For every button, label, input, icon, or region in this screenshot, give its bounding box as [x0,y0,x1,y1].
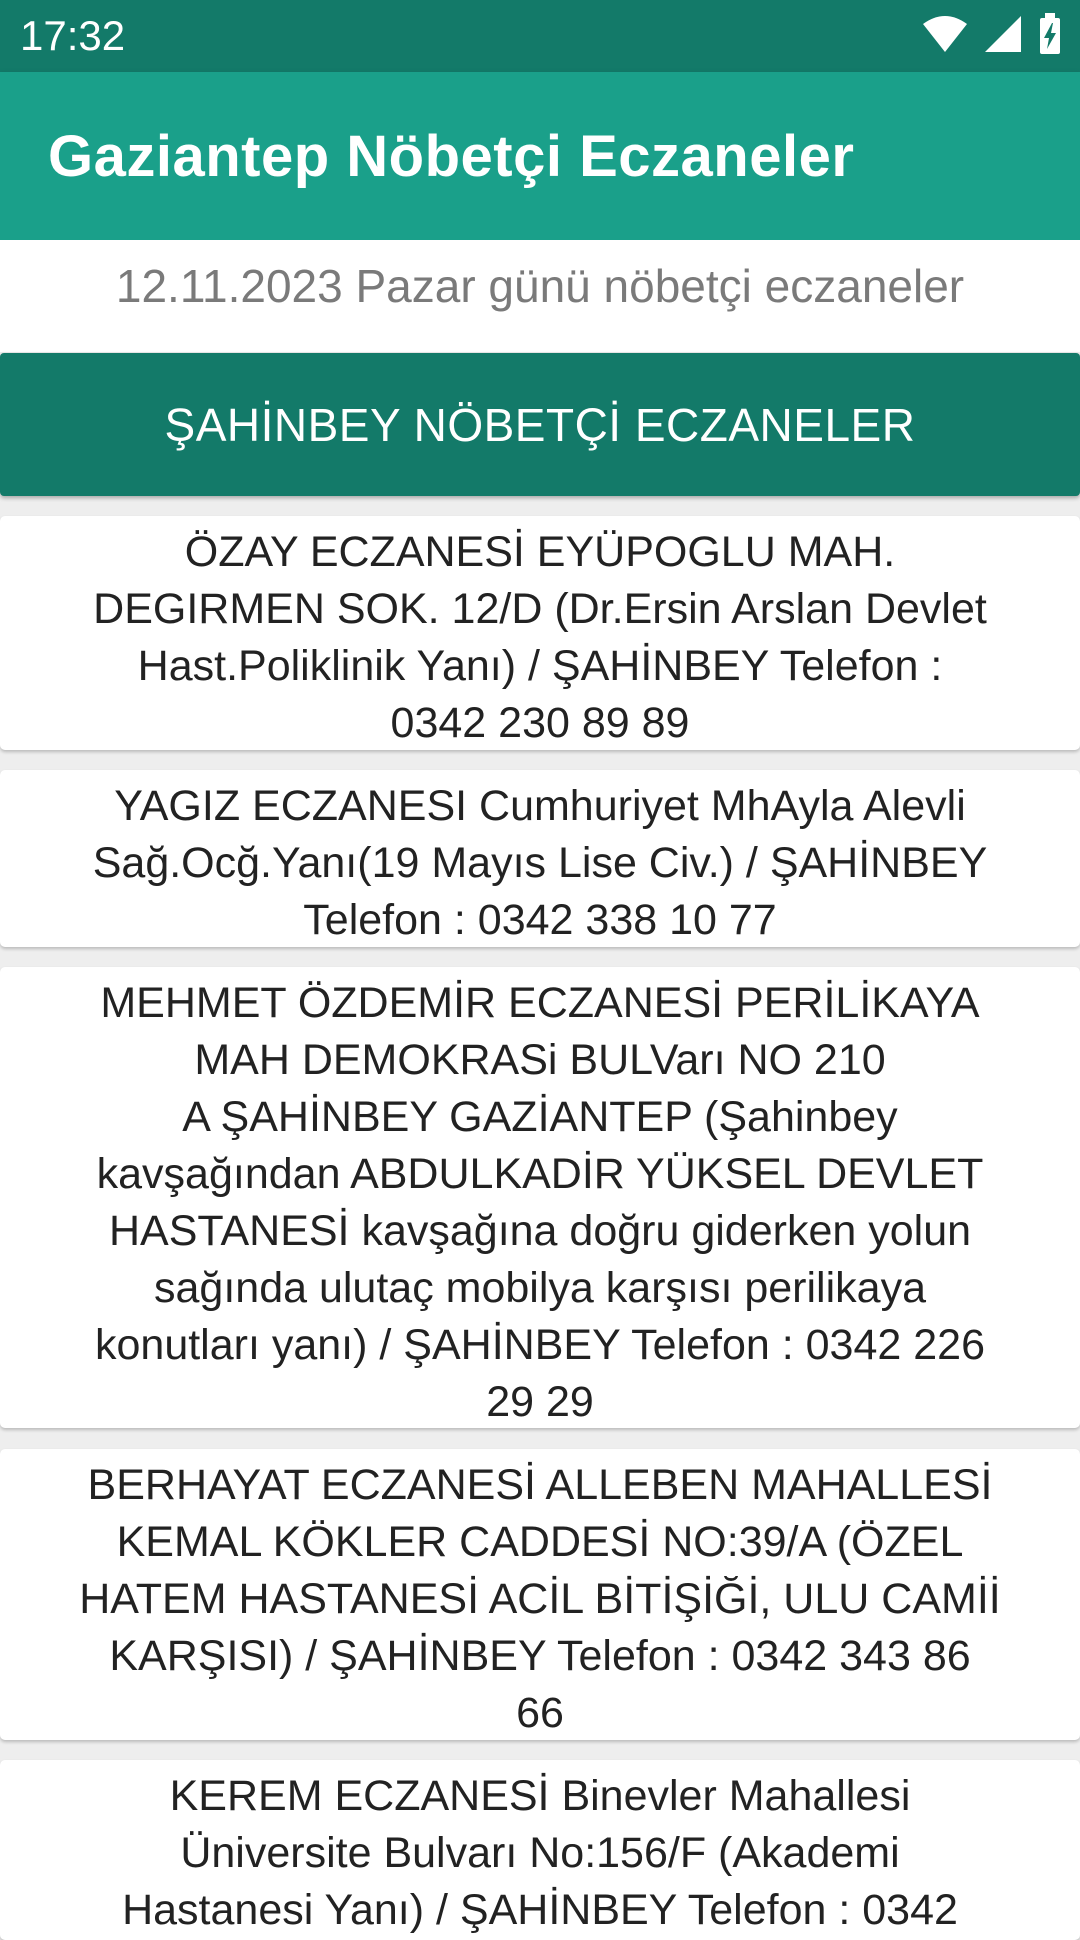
app-title: Gaziantep Nöbetçi Eczaneler [48,124,855,189]
pharmacy-info: ÖZAY ECZANESİ EYÜPOGLU MAH. DEGIRMEN SOK… [93,528,987,747]
pharmacy-card[interactable]: MEHMET ÖZDEMİR ECZANESİ PERİLİKAYA MAH D… [0,967,1080,1428]
app-bar: Gaziantep Nöbetçi Eczaneler [0,72,1080,240]
pharmacy-info: BERHAYAT ECZANESİ ALLEBEN MAHALLESİ KEMA… [79,1461,1001,1737]
status-bar: 17:32 [0,0,1080,72]
cell-signal-icon [984,15,1022,58]
battery-charging-icon [1038,12,1062,60]
pharmacy-card[interactable]: ÖZAY ECZANESİ EYÜPOGLU MAH. DEGIRMEN SOK… [0,516,1080,750]
district-sahinbey-button[interactable]: ŞAHİNBEY NÖBETÇİ ECZANELER [0,353,1080,496]
pharmacy-info: MEHMET ÖZDEMİR ECZANESİ PERİLİKAYA MAH D… [94,979,985,1426]
date-header-area: 12.11.2023 Pazar günü nöbetçi eczaneler [0,240,1080,352]
wifi-icon [922,15,968,58]
pharmacy-card[interactable]: YAGIZ ECZANESI Cumhuriyet MhAyla Alevli … [0,770,1080,947]
status-icons [922,12,1062,60]
district-button-label: ŞAHİNBEY NÖBETÇİ ECZANELER [164,398,916,451]
pharmacy-info: YAGIZ ECZANESI Cumhuriyet MhAyla Alevli … [92,782,988,944]
pharmacy-card[interactable]: KEREM ECZANESİ Binevler Mahallesi Üniver… [0,1760,1080,1940]
pharmacy-card[interactable]: BERHAYAT ECZANESİ ALLEBEN MAHALLESİ KEMA… [0,1449,1080,1740]
pharmacy-info: KEREM ECZANESİ Binevler Mahallesi Üniver… [122,1772,958,1934]
status-time: 17:32 [20,12,126,59]
date-header: 12.11.2023 Pazar günü nöbetçi eczaneler [115,260,965,312]
